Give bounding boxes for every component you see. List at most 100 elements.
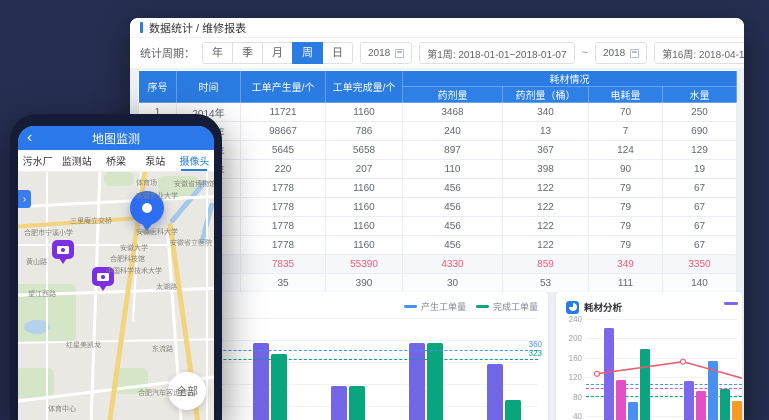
- cell: 207: [326, 160, 403, 179]
- cell: 456: [403, 236, 503, 255]
- cell: 3468: [403, 103, 503, 122]
- cell: 1160: [326, 198, 403, 217]
- bar: [640, 349, 650, 420]
- cell: 456: [403, 179, 503, 198]
- period-option-年[interactable]: 年: [202, 42, 233, 64]
- cell: 1778: [241, 217, 326, 236]
- cell: 79: [589, 217, 663, 236]
- report-table: 序号时间工单产生量/个工单完成量/个耗材情况药剂量药剂量（桶）电耗量水量1201…: [138, 70, 737, 293]
- camera-icon: [57, 246, 69, 254]
- average-row: 平均值353903053111140: [139, 274, 737, 293]
- bar-产生工单量: [487, 364, 503, 420]
- cell: 1778: [241, 179, 326, 198]
- cell: 140: [663, 274, 737, 293]
- bar: [616, 380, 626, 420]
- cell: 786: [326, 122, 403, 141]
- app-title: 地图监测: [92, 130, 140, 147]
- cell: 3350: [663, 255, 737, 274]
- column-header: 工单完成量/个: [326, 71, 403, 103]
- street: [206, 172, 208, 420]
- cell: 250: [663, 103, 737, 122]
- map-tabbar: 污水厂监测站桥梁泵站摄像头: [18, 150, 214, 172]
- camera-pin[interactable]: [52, 240, 74, 259]
- reference-line-label: 323: [529, 349, 542, 358]
- table-row: 5第1周177811604561227967: [139, 179, 737, 198]
- map-canvas[interactable]: › 全部 体育场安徽省博物馆安徽农业大学三里庵立交桥合肥市宁溪小学安徽医科大学安…: [18, 172, 214, 420]
- cell: 67: [663, 217, 737, 236]
- cell: 349: [589, 255, 663, 274]
- sub-column-header: 药剂量: [403, 87, 503, 103]
- cell: 1160: [326, 179, 403, 198]
- tab-监测站[interactable]: 监测站: [57, 150, 96, 171]
- cell: 367: [503, 141, 589, 160]
- tab-桥梁[interactable]: 桥梁: [96, 150, 135, 171]
- sub-column-header: 水量: [663, 87, 737, 103]
- map-label: 合肥汽车客运西站: [138, 388, 194, 398]
- bar-完成工单量: [349, 386, 365, 420]
- cell: 122: [503, 236, 589, 255]
- period-option-日[interactable]: 日: [322, 42, 353, 64]
- map-label: 体育场: [136, 178, 157, 188]
- y-axis-tick: 160: [558, 354, 582, 363]
- cell: 122: [503, 179, 589, 198]
- expand-panel-button[interactable]: ›: [18, 190, 31, 208]
- end-year-value: 2018: [603, 48, 625, 59]
- cell: 129: [663, 141, 737, 160]
- map-label: 安徽医科大学: [136, 227, 178, 237]
- cell: 456: [403, 198, 503, 217]
- cell: 124: [589, 141, 663, 160]
- cell: 79: [589, 179, 663, 198]
- bar: [604, 328, 614, 420]
- consumables-chart-panel: 耗材分析 2402001601208040: [556, 292, 742, 420]
- cell: 19: [663, 160, 737, 179]
- cell: 1160: [326, 236, 403, 255]
- park-area: [104, 172, 134, 186]
- filter-bar: 统计周期： 年季月周日 2018 第1周: 2018-01-01~2018-01…: [130, 38, 744, 68]
- period-option-月[interactable]: 月: [262, 42, 293, 64]
- table-row: 42017年2202071103989019: [139, 160, 737, 179]
- cell: 11721: [241, 103, 326, 122]
- start-year-select[interactable]: 2018: [360, 42, 412, 64]
- cell: 5645: [241, 141, 326, 160]
- bar-完成工单量: [427, 343, 443, 420]
- tab-污水厂[interactable]: 污水厂: [18, 150, 57, 171]
- sub-column-header: 电耗量: [589, 87, 663, 103]
- map-label: 安徽农业大学: [136, 191, 178, 201]
- y-axis-tick: 40: [558, 412, 582, 420]
- back-icon[interactable]: ‹: [27, 127, 32, 149]
- bar: [708, 361, 718, 420]
- tab-泵站[interactable]: 泵站: [136, 150, 175, 171]
- cell: 456: [403, 217, 503, 236]
- cell: 111: [589, 274, 663, 293]
- end-year-select[interactable]: 2018: [595, 42, 647, 64]
- gridline: [586, 319, 738, 320]
- bar: [696, 391, 706, 420]
- y-axis-tick: 200: [558, 334, 582, 343]
- cell: 90: [589, 160, 663, 179]
- sub-column-header: 药剂量（桶）: [503, 87, 589, 103]
- map-label: 东流路: [152, 344, 173, 354]
- start-week-range[interactable]: 第1周: 2018-01-01~2018-01-07: [419, 42, 574, 64]
- cell: 122: [503, 217, 589, 236]
- period-option-季[interactable]: 季: [232, 42, 263, 64]
- calendar-icon: [395, 49, 404, 58]
- cell: 7: [589, 122, 663, 141]
- cell: 67: [663, 179, 737, 198]
- cell: 79: [589, 236, 663, 255]
- column-header: 序号: [139, 71, 177, 103]
- range-separator: ~: [582, 47, 588, 59]
- cell: 98667: [241, 122, 326, 141]
- bar: [628, 402, 638, 420]
- tab-摄像头[interactable]: 摄像头: [175, 150, 214, 171]
- cell: 67: [663, 236, 737, 255]
- cell: 5658: [326, 141, 403, 160]
- period-option-周[interactable]: 周: [292, 42, 323, 64]
- cell: 398: [503, 160, 589, 179]
- cell: 122: [503, 198, 589, 217]
- street: [90, 172, 101, 420]
- cell: 240: [403, 122, 503, 141]
- cell: 340: [503, 103, 589, 122]
- cell: 1778: [241, 198, 326, 217]
- end-week-range[interactable]: 第16周: 2018-04-16~2018-04-22: [654, 42, 744, 64]
- calendar-icon: [630, 49, 639, 58]
